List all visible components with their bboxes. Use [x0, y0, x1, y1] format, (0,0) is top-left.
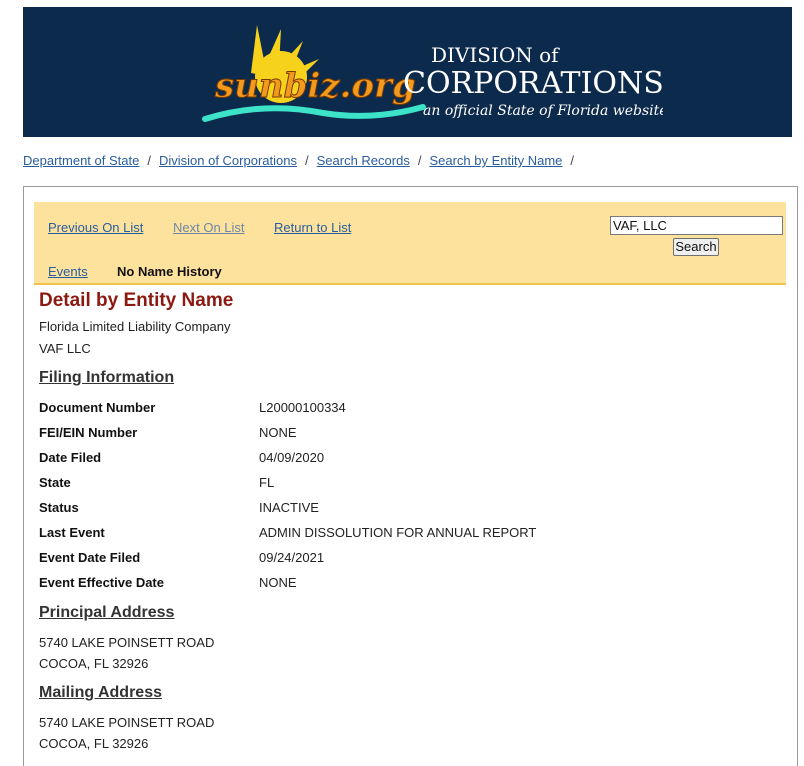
breadcrumb-separator: / [570, 153, 575, 168]
previous-on-list-link[interactable]: Previous On List [48, 220, 143, 235]
filing-value: L20000100334 [259, 400, 346, 415]
mailing-address-line2: COCOA, FL 32926 [39, 736, 149, 751]
mailing-address-heading: Mailing Address [39, 684, 162, 701]
wave-icon [202, 104, 426, 122]
entity-search-input[interactable] [610, 216, 783, 235]
search-button[interactable]: Search [673, 238, 719, 256]
division-line1: DIVISION of [431, 43, 560, 67]
filing-row: Document Number L20000100334 [39, 400, 739, 418]
breadcrumb-separator: / [304, 153, 309, 168]
breadcrumb-separator: / [147, 153, 151, 168]
no-name-history-label: No Name History [117, 264, 222, 279]
principal-address-line2: COCOA, FL 32926 [39, 656, 149, 671]
filing-label: State [39, 475, 71, 490]
logo-text: sunbiz.org [214, 66, 416, 106]
filing-row: Status INACTIVE [39, 500, 739, 518]
filing-label: Date Filed [39, 450, 102, 465]
breadcrumb-division-of-corporations[interactable]: Division of Corporations [159, 153, 297, 168]
filing-value: FL [259, 475, 275, 490]
breadcrumb: Department of State / Division of Corporat… [23, 153, 582, 168]
filing-label: Status [39, 500, 79, 515]
filing-row: State FL [39, 475, 739, 493]
breadcrumb-search-by-entity-name[interactable]: Search by Entity Name [429, 153, 562, 168]
filing-value: 04/09/2020 [259, 450, 325, 465]
filing-value: ADMIN DISSOLUTION FOR ANNUAL REPORT [259, 525, 537, 540]
filing-value: 09/24/2021 [259, 550, 325, 565]
breadcrumb-separator: / [417, 153, 422, 168]
filing-row: Last Event ADMIN DISSOLUTION FOR ANNUAL … [39, 525, 739, 543]
events-link[interactable]: Events [48, 264, 88, 279]
filing-row: Date Filed 04/09/2020 [39, 450, 739, 468]
filing-label: Document Number [39, 400, 156, 415]
filing-row: Event Effective Date NONE [39, 575, 739, 593]
principal-address-heading: Principal Address [39, 604, 175, 621]
filing-label: Event Effective Date [39, 575, 164, 590]
entity-name: VAF LLC [39, 341, 91, 356]
sunbiz-logo[interactable]: sunbiz.org DIVISION of CORPORATIONS an o… [193, 7, 663, 137]
filing-label: Last Event [39, 525, 105, 540]
filing-value: NONE [259, 425, 297, 440]
filing-information-heading: Filing Information [39, 369, 175, 386]
navigation-bar: Previous On List Next On List Return to … [34, 202, 786, 285]
mailing-address-line1: 5740 LAKE POINSETT ROAD [39, 715, 215, 730]
filing-row: Event Date Filed 09/24/2021 [39, 550, 739, 568]
page-title: Detail by Entity Name [39, 290, 234, 311]
tagline: an official State of Florida website [423, 103, 663, 119]
breadcrumb-search-records[interactable]: Search Records [317, 153, 410, 168]
breadcrumb-department-of-state[interactable]: Department of State [23, 153, 139, 168]
filing-label: FEI/EIN Number [39, 425, 138, 440]
filing-value: NONE [259, 575, 297, 590]
entity-type: Florida Limited Liability Company [39, 319, 231, 334]
site-header: sunbiz.org DIVISION of CORPORATIONS an o… [23, 7, 792, 137]
filing-value: INACTIVE [259, 500, 319, 515]
return-to-list-link[interactable]: Return to List [274, 220, 351, 235]
filing-row: FEI/EIN Number NONE [39, 425, 739, 443]
division-line2: CORPORATIONS [403, 66, 663, 101]
next-on-list-link[interactable]: Next On List [173, 220, 245, 235]
filing-label: Event Date Filed [39, 550, 141, 565]
detail-panel: Previous On List Next On List Return to … [23, 186, 798, 766]
principal-address-line1: 5740 LAKE POINSETT ROAD [39, 635, 215, 650]
